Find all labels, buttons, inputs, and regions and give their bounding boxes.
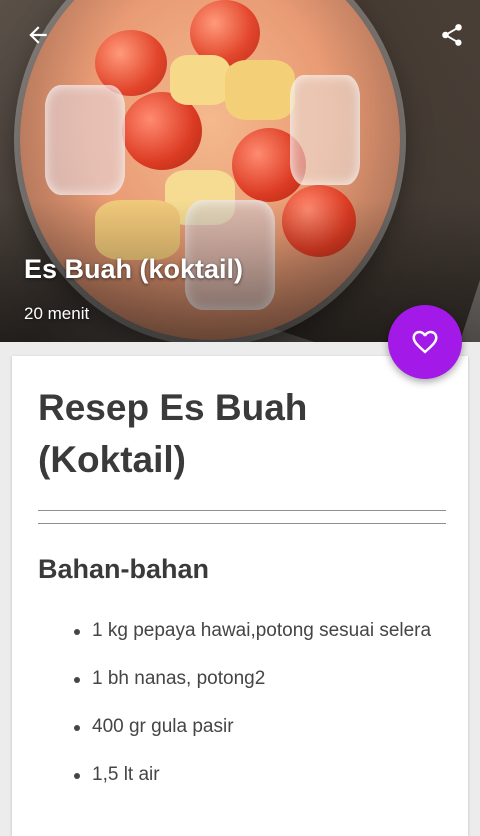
fruit-piece: [225, 60, 295, 120]
list-item: 1 bh nanas, potong2: [74, 666, 442, 692]
ingredients-list: 1 kg pepaya hawai,potong sesuai selera 1…: [74, 618, 442, 810]
header-title: Es Buah (koktail): [24, 254, 244, 284]
share-icon: [442, 24, 462, 46]
hero-image: Es Buah (koktail) 20 menit: [0, 0, 480, 342]
recipe-title: Resep Es Buah (Koktail): [38, 387, 308, 480]
list-item: 1,5 lt air: [74, 762, 442, 788]
share-button[interactable]: [432, 15, 472, 55]
ingredients-heading: Bahan-bahan: [38, 554, 210, 584]
recipe-card: Resep Es Buah (Koktail) Bahan-bahan 1 kg…: [12, 356, 468, 836]
ice-cube: [45, 85, 125, 195]
divider: [38, 510, 446, 511]
ice-cube: [290, 75, 360, 185]
favorite-button[interactable]: [388, 305, 462, 379]
list-item: 400 gr gula pasir: [74, 714, 442, 740]
list-item: 1 kg pepaya hawai,potong sesuai selera: [74, 618, 442, 644]
cook-time: 20 menit: [24, 304, 90, 323]
divider: [38, 523, 446, 524]
arrow-left-icon: [29, 26, 47, 44]
fruit-piece: [170, 55, 230, 105]
heart-outline-icon: [412, 330, 438, 354]
back-button[interactable]: [18, 15, 58, 55]
